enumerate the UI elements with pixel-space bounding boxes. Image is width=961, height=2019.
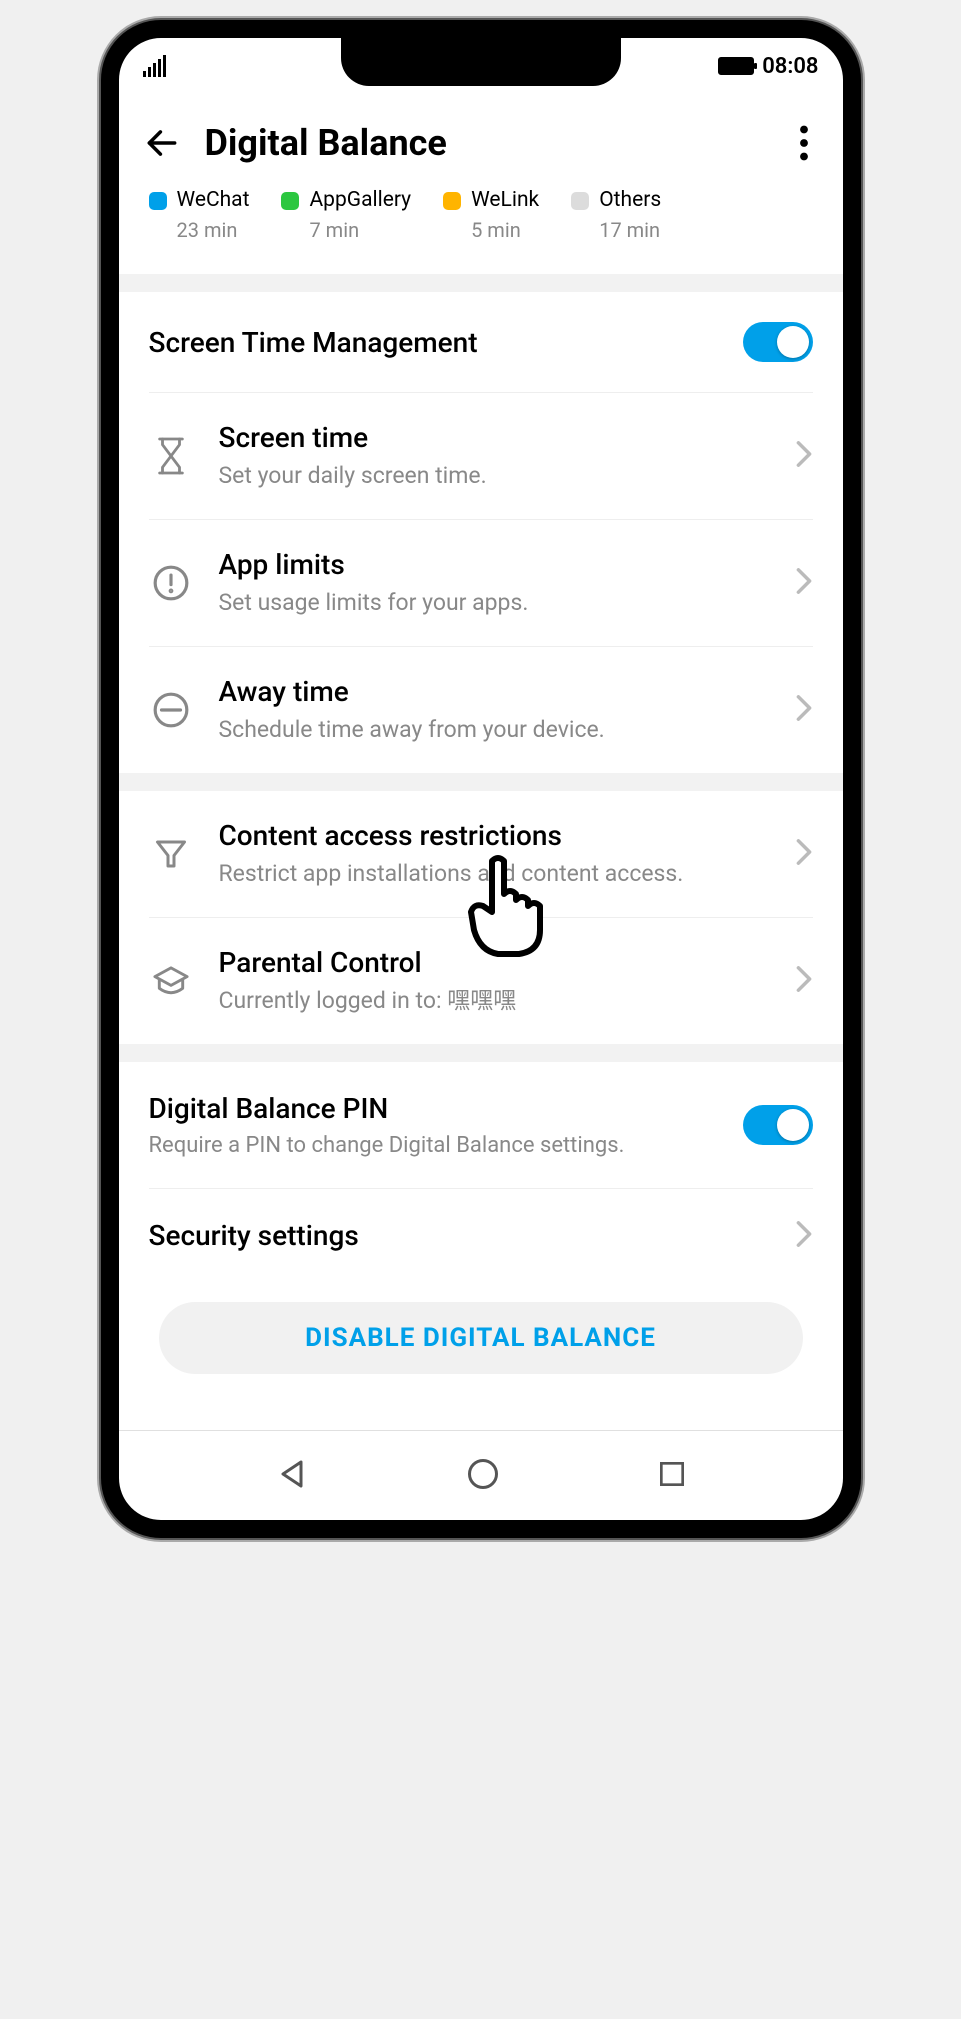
- legend-item: AppGallery 7 min: [281, 188, 411, 242]
- usage-legend: WeChat 23 min AppGallery 7 min WeLink 5 …: [119, 188, 843, 274]
- chevron-right-icon: [795, 838, 813, 870]
- row-title: Parental Control: [219, 946, 769, 979]
- minus-circle-icon: [149, 691, 193, 729]
- row-title: Digital Balance PIN: [149, 1092, 743, 1125]
- row-subtitle: Currently logged in to: 嘿嘿嘿: [219, 985, 769, 1016]
- disable-digital-balance-button[interactable]: DISABLE DIGITAL BALANCE: [159, 1302, 803, 1374]
- chevron-right-icon: [795, 694, 813, 726]
- signal-icon: [143, 55, 166, 77]
- app-limits-row[interactable]: App limits Set usage limits for your app…: [149, 520, 813, 647]
- legend-name: AppGallery: [309, 188, 411, 212]
- parental-control-row[interactable]: Parental Control Currently logged in to:…: [149, 918, 813, 1044]
- legend-time: 23 min: [177, 218, 250, 242]
- row-title: App limits: [219, 548, 769, 581]
- legend-item: WeLink 5 min: [443, 188, 539, 242]
- page-title: Digital Balance: [205, 122, 765, 164]
- hourglass-icon: [149, 436, 193, 476]
- row-title: Content access restrictions: [219, 819, 769, 852]
- row-title: Security settings: [149, 1219, 795, 1252]
- legend-name: Others: [599, 188, 661, 212]
- legend-time: 5 min: [471, 218, 539, 242]
- status-time: 08:08: [762, 54, 818, 79]
- back-icon[interactable]: [143, 124, 181, 162]
- nav-home-icon[interactable]: [465, 1456, 501, 1496]
- legend-time: 17 min: [599, 218, 661, 242]
- nav-back-icon[interactable]: [274, 1456, 310, 1496]
- filter-icon: [149, 836, 193, 872]
- row-subtitle: Set usage limits for your apps.: [219, 587, 769, 618]
- legend-dot: [571, 192, 589, 210]
- row-title: Screen Time Management: [149, 326, 743, 359]
- legend-dot: [443, 192, 461, 210]
- graduation-icon: [149, 964, 193, 998]
- security-settings-row[interactable]: Security settings: [149, 1189, 813, 1282]
- away-time-row[interactable]: Away time Schedule time away from your d…: [149, 647, 813, 773]
- legend-name: WeLink: [471, 188, 539, 212]
- nav-bar: [119, 1430, 843, 1520]
- legend-dot: [281, 192, 299, 210]
- legend-item: WeChat 23 min: [149, 188, 250, 242]
- row-subtitle: Restrict app installations and content a…: [219, 858, 769, 889]
- nav-recent-icon[interactable]: [656, 1458, 688, 1494]
- row-title: Away time: [219, 675, 769, 708]
- legend-time: 7 min: [309, 218, 411, 242]
- content-access-row[interactable]: Content access restrictions Restrict app…: [149, 791, 813, 918]
- screen-time-management-row[interactable]: Screen Time Management: [149, 292, 813, 393]
- legend-dot: [149, 192, 167, 210]
- legend-name: WeChat: [177, 188, 250, 212]
- notch: [341, 38, 621, 86]
- battery-icon: [718, 57, 754, 75]
- row-title: Screen time: [219, 421, 769, 454]
- toggle-switch[interactable]: [743, 322, 813, 362]
- chevron-right-icon: [795, 965, 813, 997]
- chevron-right-icon: [795, 440, 813, 472]
- chevron-right-icon: [795, 1220, 813, 1252]
- row-subtitle: Set your daily screen time.: [219, 460, 769, 491]
- toggle-switch[interactable]: [743, 1105, 813, 1145]
- alert-circle-icon: [149, 564, 193, 602]
- more-icon[interactable]: [789, 125, 819, 161]
- button-label: DISABLE DIGITAL BALANCE: [305, 1323, 656, 1353]
- digital-balance-pin-row[interactable]: Digital Balance PIN Require a PIN to cha…: [149, 1062, 813, 1189]
- legend-item: Others 17 min: [571, 188, 661, 242]
- chevron-right-icon: [795, 567, 813, 599]
- row-subtitle: Schedule time away from your device.: [219, 714, 769, 745]
- row-subtitle: Require a PIN to change Digital Balance …: [149, 1133, 743, 1158]
- screen-time-row[interactable]: Screen time Set your daily screen time.: [149, 393, 813, 520]
